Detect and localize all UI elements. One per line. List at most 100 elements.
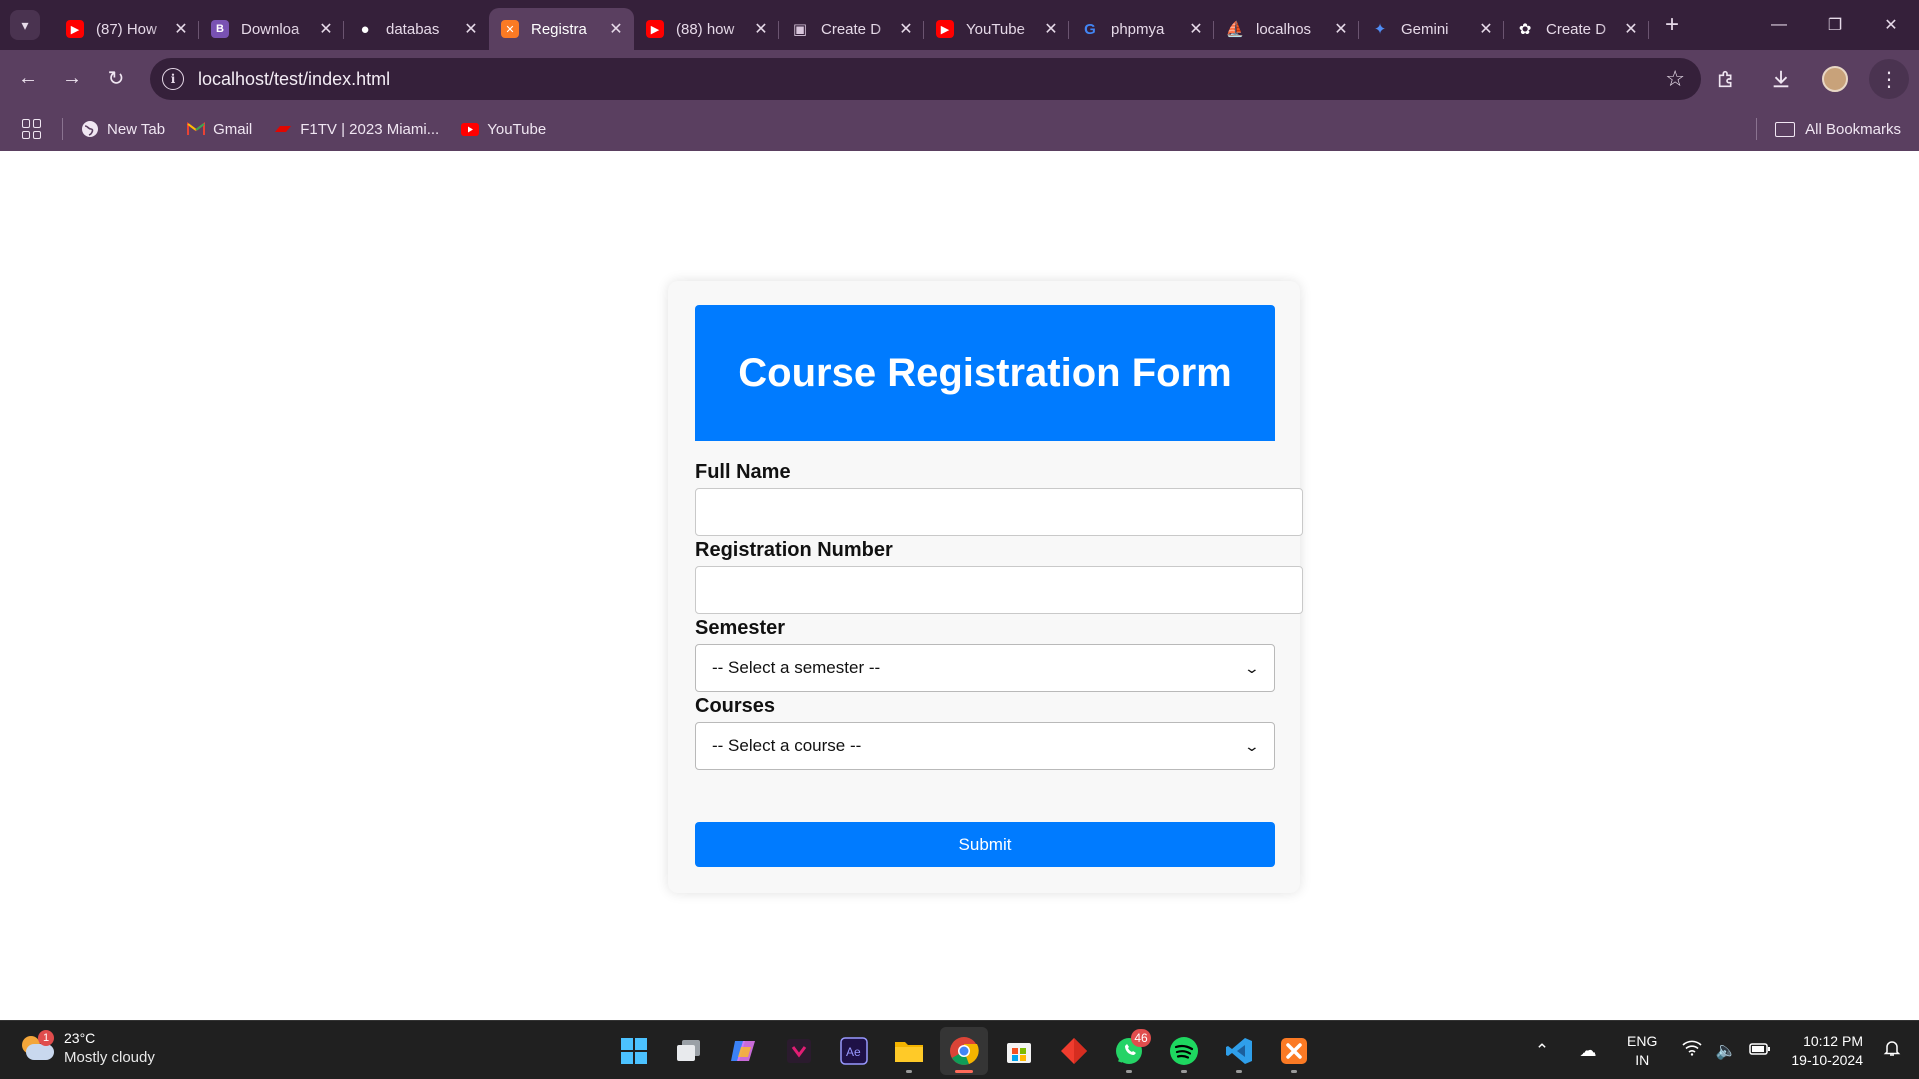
whatsapp-button[interactable]: 46 [1105,1027,1153,1075]
bookmarks-divider [1756,118,1757,140]
running-indicator [1181,1070,1187,1073]
weather-temperature: 23°C [64,1030,96,1046]
tab-title: (88) how [676,20,735,38]
weather-icon: 1 [18,1030,54,1064]
all-bookmarks-button[interactable]: All Bookmarks [1775,121,1901,138]
restore-button[interactable]: ❐ [1807,0,1863,50]
chrome-button[interactable] [940,1027,988,1075]
registration-number-input[interactable] [695,566,1303,614]
close-icon[interactable]: ✕ [318,19,334,39]
tab-title: (87) How [96,20,157,38]
spotify-button[interactable] [1160,1027,1208,1075]
profile-button[interactable] [1815,59,1855,99]
vscode-button[interactable] [1215,1027,1263,1075]
url-text[interactable]: localhost/test/index.html [198,69,390,90]
arrow-left-icon: ← [18,67,38,89]
bookmark-new-tab[interactable]: New Tab [81,120,165,138]
app-launcher-button[interactable] [775,1027,823,1075]
courses-select[interactable]: -- Select a course -- ⌄ [695,722,1275,770]
weather-widget[interactable]: 1 23°C Mostly cloudy [18,1029,155,1067]
language-indicator[interactable]: ENG IN [1627,1032,1657,1070]
start-button[interactable] [610,1027,658,1075]
copilot-icon [731,1041,755,1061]
tab[interactable]: ▶ (88) how ✕ [634,8,779,50]
tab[interactable]: ✦ Gemini ✕ [1359,8,1504,50]
tab-title: Downloa [241,20,300,38]
bookmark-gmail[interactable]: Gmail [187,120,252,138]
app-icon [787,1039,811,1063]
tab[interactable]: ▶ YouTube ✕ [924,8,1069,50]
close-window-button[interactable]: ✕ [1863,0,1919,50]
close-icon[interactable]: ✕ [753,19,769,39]
volume-icon[interactable]: 🔈 [1711,1041,1741,1061]
xampp-icon [1281,1038,1307,1064]
running-indicator [1126,1070,1132,1073]
close-icon[interactable]: ✕ [1623,19,1639,39]
microsoft-store-button[interactable] [995,1027,1043,1075]
tab-search-button[interactable]: ▾ [10,10,40,40]
apps-grid-icon[interactable] [22,119,42,139]
task-view-button[interactable] [665,1027,713,1075]
reload-button[interactable]: ↻ [96,59,136,99]
minimize-button[interactable]: — [1751,0,1807,50]
onedrive-icon[interactable]: ☁ [1573,1041,1603,1061]
browser-menu-button[interactable]: ⋮ [1869,59,1909,99]
tab[interactable]: ● databas ✕ [344,8,489,50]
downloads-button[interactable] [1761,59,1801,99]
semester-select[interactable]: -- Select a semester -- ⌄ [695,644,1275,692]
wifi-icon[interactable] [1677,1040,1707,1061]
new-tab-button[interactable]: + [1657,10,1687,40]
all-bookmarks-label: All Bookmarks [1805,120,1901,138]
site-info-icon[interactable]: i [162,68,184,90]
gemini-icon: ✦ [1373,21,1387,38]
notification-badge: 46 [1131,1029,1151,1047]
svg-text:Ae: Ae [846,1045,861,1059]
taskbar-apps: Ae 46 [610,1027,1318,1075]
bookmark-youtube[interactable]: YouTube [461,120,546,138]
close-icon[interactable]: ✕ [173,19,189,39]
clock[interactable]: 10:12 PM 19-10-2024 [1791,1032,1863,1070]
battery-icon[interactable] [1745,1041,1775,1061]
youtube-icon: ▶ [66,20,84,38]
tab[interactable]: Gphpmya ✕ [1069,8,1214,50]
close-icon[interactable]: ✕ [1188,19,1204,39]
tab[interactable]: ✿ Create D ✕ [1504,8,1649,50]
puzzle-icon [1718,70,1732,88]
close-icon[interactable]: ✕ [463,19,479,39]
chevron-down-icon: ⌄ [1243,659,1261,676]
tab[interactable]: ▶ (87) How ✕ [54,8,199,50]
forward-button[interactable]: → [52,59,92,99]
close-icon[interactable]: ✕ [1043,19,1059,39]
full-name-input[interactable] [695,488,1303,536]
tab[interactable]: ⛵ localhos ✕ [1214,8,1359,50]
chevron-up-icon[interactable]: ⌃ [1527,1041,1557,1061]
weather-description: Mostly cloudy [64,1049,155,1066]
close-icon[interactable]: ✕ [1478,19,1494,39]
bookmark-label: YouTube [487,120,547,138]
registration-form: Course Registration Form Full Name Regis… [668,281,1303,893]
tab[interactable]: B Downloa ✕ [199,8,344,50]
bootstrap-icon: B [211,20,229,38]
phpmyadmin-icon: ⛵ [1225,21,1245,38]
tab[interactable]: ▣ Create D ✕ [779,8,924,50]
extensions-button[interactable] [1707,59,1747,99]
xampp-button[interactable] [1270,1027,1318,1075]
file-explorer-button[interactable] [885,1027,933,1075]
after-effects-button[interactable]: Ae [830,1027,878,1075]
running-indicator [1291,1070,1297,1073]
close-icon[interactable]: ✕ [898,19,914,39]
close-icon[interactable]: ✕ [608,19,624,39]
tab[interactable]: ✕ Registra ✕ [489,8,634,50]
git-client-button[interactable] [1050,1027,1098,1075]
address-bar[interactable]: i localhost/test/index.html ☆ [150,58,1701,100]
copilot-button[interactable] [720,1027,768,1075]
bookmark-star-icon[interactable]: ☆ [1665,66,1685,92]
notification-bell-icon[interactable] [1877,1039,1907,1062]
running-indicator [955,1070,973,1073]
avatar [1822,66,1848,92]
back-button[interactable]: ← [8,59,48,99]
bookmark-f1tv[interactable]: F1TV | 2023 Miami... [274,120,439,138]
submit-button[interactable]: Submit [695,822,1275,867]
close-icon[interactable]: ✕ [1333,19,1349,39]
semester-selected-value: -- Select a semester -- [712,658,881,677]
